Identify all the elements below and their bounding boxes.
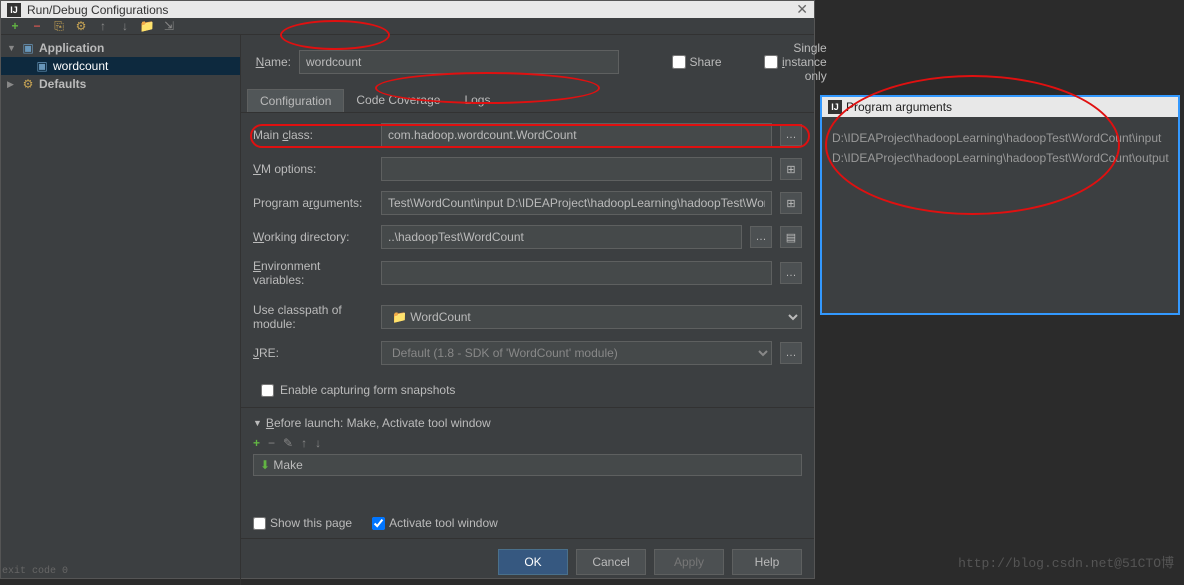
ok-button[interactable]: OK [498,549,568,575]
help-button[interactable]: Help [732,549,802,575]
single-instance-checkbox[interactable]: Single instance only [764,41,804,83]
tab-bar: Configuration Code Coverage Logs [241,89,814,113]
close-icon[interactable]: ✕ [796,1,808,18]
share-checkbox[interactable]: Share [672,55,712,69]
browse-dir-button[interactable]: … [750,226,772,248]
gear-icon: ⚙ [21,77,35,91]
program-args-popup: IJ Program arguments D:\IDEAProject\hado… [820,95,1180,315]
name-label: Name: [251,55,291,69]
tab-logs[interactable]: Logs [452,89,502,112]
vm-options-label: VM options: [253,162,373,176]
config-toolbar: + − ⎘ ⚙ ↑ ↓ 📁 ⇲ [1,18,814,35]
run-config-dialog: IJ Run/Debug Configurations ✕ + − ⎘ ⚙ ↑ … [0,0,815,579]
tab-code-coverage[interactable]: Code Coverage [344,89,452,112]
down-task-icon[interactable]: ↓ [315,436,321,450]
macro-dir-button[interactable]: ▤ [780,226,802,248]
settings-icon[interactable]: ⚙ [73,18,89,34]
tab-configuration[interactable]: Configuration [247,89,344,112]
app-icon: IJ [828,100,842,114]
before-launch-section: ▼ Before launch: Make, Activate tool win… [241,407,814,538]
up-task-icon[interactable]: ↑ [301,436,307,450]
collapse-icon: ▼ [253,418,262,428]
tree-defaults[interactable]: ▶ ⚙ Defaults [1,75,240,93]
dialog-body: ▼ ▣ Application ▣ wordcount ▶ ⚙ Defaults… [1,35,814,585]
name-row: Name: Share Single instance only [241,35,814,89]
make-task-item[interactable]: ⬇ Make [253,454,802,476]
button-bar: OK Cancel Apply Help [241,538,814,585]
apply-button[interactable]: Apply [654,549,724,575]
remove-task-icon[interactable]: − [268,436,275,450]
activate-window-checkbox[interactable]: Activate tool window [372,516,498,530]
tree-label: wordcount [53,59,108,73]
snapshots-checkbox[interactable] [261,384,274,397]
add-icon[interactable]: + [7,18,23,34]
remove-icon[interactable]: − [29,18,45,34]
name-input[interactable] [299,50,619,74]
popup-header: IJ Program arguments [822,97,1178,117]
working-dir-label: Working directory: [253,230,373,244]
app-icon: IJ [7,3,21,17]
expand-icon[interactable]: ▼ [7,43,17,53]
edit-task-icon[interactable]: ✎ [283,436,293,450]
watermark-text: http://blog.csdn.net@51CTO博 [958,552,1174,571]
jre-select[interactable]: Default (1.8 - SDK of 'WordCount' module… [381,341,772,365]
vm-options-input[interactable] [381,157,772,181]
program-args-label: Program arguments: [253,196,373,210]
config-tree: ▼ ▣ Application ▣ wordcount ▶ ⚙ Defaults [1,35,241,585]
expand-args-button[interactable]: ⊞ [780,192,802,214]
main-class-input[interactable] [381,123,772,147]
expand-vm-button[interactable]: ⊞ [780,158,802,180]
jre-label: JRE: [253,346,373,360]
main-panel: Name: Share Single instance only Configu… [241,35,814,585]
copy-icon[interactable]: ⎘ [51,18,67,34]
up-icon[interactable]: ↑ [95,18,111,34]
exit-code-text: exit code 0 [2,566,68,577]
program-args-input[interactable] [381,191,772,215]
expand-icon[interactable]: ▶ [7,79,17,90]
dialog-title: Run/Debug Configurations [27,3,168,17]
browse-env-button[interactable]: … [780,262,802,284]
popup-title: Program arguments [846,100,952,114]
application-icon: ▣ [35,59,49,73]
collapse-icon[interactable]: ⇲ [161,18,177,34]
application-icon: ▣ [21,41,35,55]
env-label: Environment variables: [253,259,373,287]
main-class-label: Main class: [253,128,373,142]
env-input[interactable] [381,261,772,285]
before-launch-header[interactable]: ▼ Before launch: Make, Activate tool win… [253,416,802,430]
tree-wordcount[interactable]: ▣ wordcount [1,57,240,75]
add-task-icon[interactable]: + [253,436,260,450]
working-dir-input[interactable] [381,225,742,249]
folder-icon[interactable]: 📁 [139,18,155,34]
title-bar: IJ Run/Debug Configurations ✕ [1,1,814,18]
classpath-label: Use classpath of module: [253,303,373,331]
snapshots-label: Enable capturing form snapshots [280,383,455,397]
browse-jre-button[interactable]: … [780,342,802,364]
config-form: Main class: … VM options: ⊞ Program argu… [241,113,814,407]
tree-label: Defaults [39,77,86,91]
tree-label: Application [39,41,104,55]
show-page-checkbox[interactable]: Show this page [253,516,352,530]
down-icon[interactable]: ↓ [117,18,133,34]
tree-application[interactable]: ▼ ▣ Application [1,39,240,57]
cancel-button[interactable]: Cancel [576,549,646,575]
browse-class-button[interactable]: … [780,124,802,146]
classpath-select[interactable]: 📁 WordCount [381,305,802,329]
popup-body[interactable]: D:\IDEAProject\hadoopLearning\hadoopTest… [822,117,1178,180]
